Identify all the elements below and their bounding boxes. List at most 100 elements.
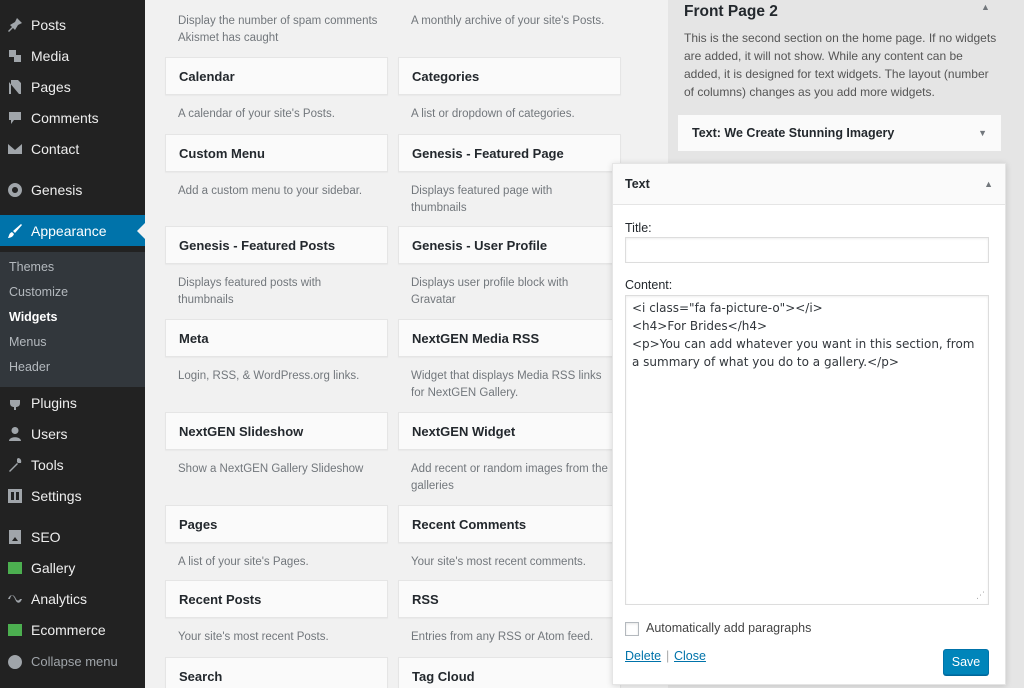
active-indicator (137, 223, 145, 239)
widget-custom-menu[interactable]: Custom Menu (165, 134, 388, 172)
widget-search[interactable]: Search (165, 657, 388, 688)
widget-description: Displays featured page with thumbnails (411, 185, 553, 214)
widget-calendar[interactable]: Calendar (165, 57, 388, 95)
sidebar-item-label: Media (31, 47, 70, 64)
sidebar-item-label: Comments (31, 109, 99, 126)
sidebar-item-settings[interactable]: Settings (0, 480, 145, 511)
pin-icon (0, 17, 30, 33)
widget-description: Your site's most recent comments. (411, 556, 586, 568)
sidebar-item-tools[interactable]: Tools (0, 449, 145, 480)
widget-nextgen-media-rss[interactable]: NextGEN Media RSS (398, 319, 621, 357)
collapse-arrow-icon[interactable]: ▲ (984, 179, 993, 189)
sidebar-item-ecommerce[interactable]: Ecommerce (0, 614, 145, 645)
sidebar-item-gallery[interactable]: Gallery (0, 552, 145, 583)
sidebar-item-label: Contact (31, 140, 80, 157)
auto-paragraphs-checkbox[interactable] (625, 622, 639, 636)
sidebar-area-title[interactable]: Front Page 2 (684, 3, 778, 21)
sidebar-item-label: Analytics (31, 590, 88, 607)
analytics-icon (0, 591, 30, 607)
media-icon (0, 48, 30, 64)
sidebar-item-collapse-menu[interactable]: Collapse menu (0, 646, 145, 677)
gallery-icon (0, 560, 30, 576)
widget-description: Widget that displays Media RSS links for… (411, 370, 602, 399)
collapsed-text-widget[interactable]: Text: We Create Stunning Imagery ▼ (677, 114, 1002, 152)
sidebar-item-label: SEO (31, 528, 61, 545)
widget-description: Displays featured posts with thumbnails (178, 277, 322, 306)
sidebar-item-users[interactable]: Users (0, 418, 145, 449)
widget-description: A list of your site's Pages. (178, 556, 309, 568)
delete-link[interactable]: Delete (625, 649, 661, 663)
plug-icon (0, 395, 30, 411)
submenu-item-widgets[interactable]: Widgets (9, 310, 58, 324)
sidebar-item-label: Appearance (31, 222, 107, 239)
sidebar-item-label: Settings (31, 487, 82, 504)
sidebar-item-label: Pages (31, 78, 71, 95)
widget-nextgen-slideshow[interactable]: NextGEN Slideshow (165, 412, 388, 450)
sidebar-item-label: Gallery (31, 559, 76, 576)
submenu-item-customize[interactable]: Customize (9, 285, 68, 299)
title-label: Title: (625, 221, 652, 235)
comments-icon (0, 110, 30, 126)
widget-genesis-user-profile[interactable]: Genesis - User Profile (398, 226, 621, 264)
sidebar-area-description: This is the second section on the home p… (684, 31, 997, 99)
widget-recent-posts[interactable]: Recent Posts (165, 580, 388, 618)
title-input[interactable] (625, 237, 989, 263)
widget-description: Your site's most recent Posts. (178, 631, 329, 643)
ecommerce-icon (0, 622, 30, 638)
sidebar-item-comments[interactable]: Comments (0, 102, 145, 133)
collapse-arrow-icon[interactable]: ▲ (981, 2, 990, 12)
sidebar-item-label: Ecommerce (31, 621, 106, 638)
sidebar-item-media[interactable]: Media (0, 40, 145, 71)
sidebar-item-label: Genesis (31, 181, 83, 198)
sidebar-item-label: Posts (31, 16, 67, 33)
widget-tag-cloud[interactable]: Tag Cloud (398, 657, 621, 688)
panel-title: Text (625, 177, 650, 191)
widget-description: Show a NextGEN Gallery Slideshow (178, 463, 364, 475)
widget-description: A list or dropdown of categories. (411, 108, 575, 120)
sidebar-item-appearance[interactable]: Appearance (0, 215, 145, 246)
sidebar-item-plugins[interactable]: Plugins (0, 387, 145, 418)
sidebar-item-label: Users (31, 425, 68, 442)
appearance-submenu: Themes Customize Widgets Menus Header (0, 252, 145, 387)
sidebar-item-label: Tools (31, 456, 64, 473)
widget-genesis-featured-posts[interactable]: Genesis - Featured Posts (165, 226, 388, 264)
sidebar-item-posts[interactable]: Posts (0, 9, 145, 40)
wrench-icon (0, 457, 30, 473)
widget-description: Displays user profile block with Gravata… (411, 277, 569, 306)
sidebar-item-seo[interactable]: SEO (0, 521, 145, 552)
admin-sidebar: Posts Media Pages Comments Contact Genesis App… (0, 0, 145, 688)
brush-icon (0, 223, 30, 239)
auto-paragraphs-label: Automatically add paragraphs (646, 621, 812, 635)
widget-genesis-featured-page[interactable]: Genesis - Featured Page (398, 134, 621, 172)
panel-header[interactable]: Text ▲ (613, 164, 1005, 205)
submenu-item-header[interactable]: Header (9, 360, 50, 374)
sidebar-item-pages[interactable]: Pages (0, 71, 145, 102)
settings-icon (0, 488, 30, 504)
widget-nextgen-widget[interactable]: NextGEN Widget (398, 412, 621, 450)
genesis-icon (0, 182, 30, 198)
widget-pages[interactable]: Pages (165, 505, 388, 543)
submenu-item-menus[interactable]: Menus (9, 335, 47, 349)
pages-icon (0, 79, 30, 95)
expand-arrow-icon[interactable]: ▼ (978, 128, 987, 138)
sidebar-item-contact[interactable]: Contact (0, 133, 145, 164)
sidebar-item-genesis[interactable]: Genesis (0, 174, 145, 205)
widget-recent-comments[interactable]: Recent Comments (398, 505, 621, 543)
sidebar-item-analytics[interactable]: Analytics (0, 583, 145, 614)
widget-description: A monthly archive of your site's Posts. (411, 15, 605, 27)
content-textarea[interactable]: <i class="fa fa-picture-o"></i> <h4>For … (625, 295, 989, 605)
close-link[interactable]: Close (674, 649, 706, 663)
submenu-item-themes[interactable]: Themes (9, 260, 54, 274)
widget-meta[interactable]: Meta (165, 319, 388, 357)
widget-rss[interactable]: RSS (398, 580, 621, 618)
collapse-icon (0, 654, 30, 670)
save-button[interactable]: Save (943, 649, 989, 675)
text-widget-panel: Text ▲ Title: Content: <i class="fa fa-p… (612, 163, 1006, 685)
resize-grip-icon[interactable]: ⋰ (976, 592, 985, 601)
sidebar-item-label: Collapse menu (31, 654, 118, 669)
widget-description: Login, RSS, & WordPress.org links. (178, 370, 360, 382)
widget-description: Add recent or random images from the gal… (411, 463, 608, 492)
widget-header-title: Text: We Create Stunning Imagery (692, 126, 895, 140)
widget-categories[interactable]: Categories (398, 57, 621, 95)
widget-description: Display the number of spam comments Akis… (178, 15, 378, 44)
